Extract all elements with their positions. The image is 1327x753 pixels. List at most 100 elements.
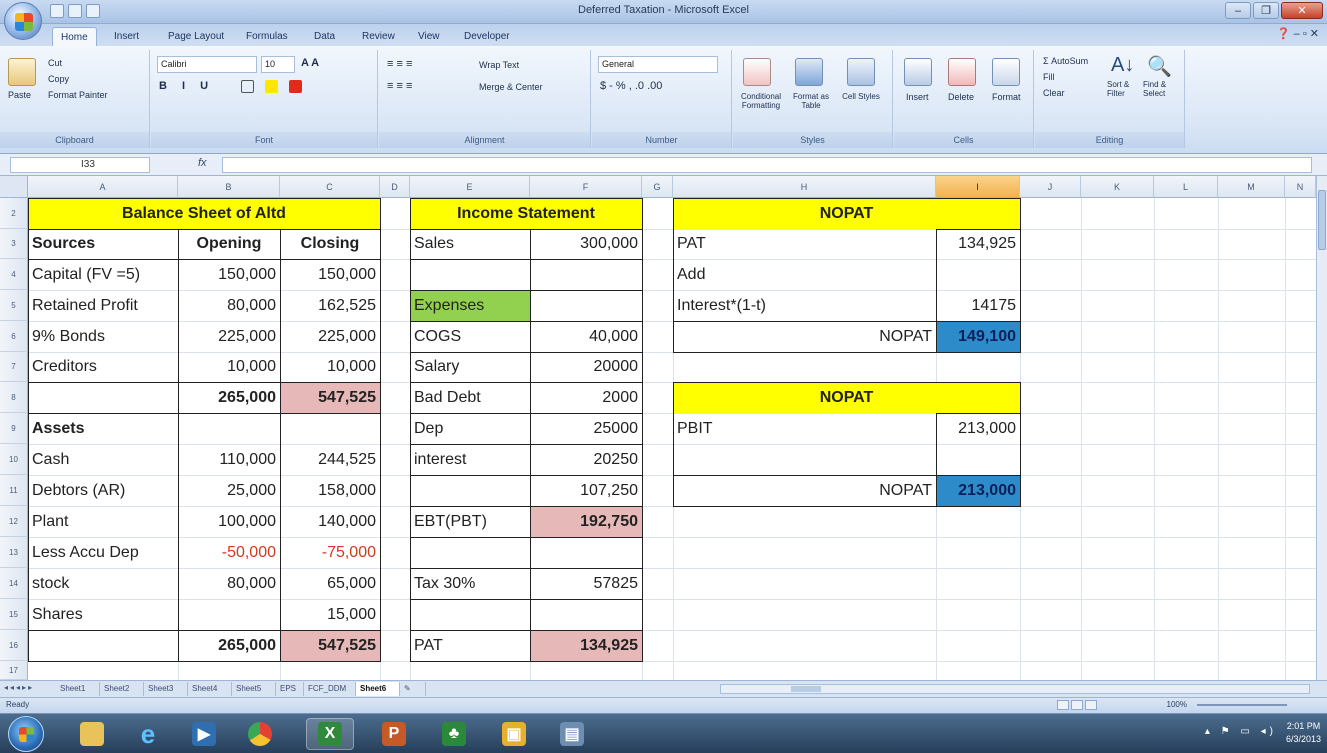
formula-input[interactable] <box>222 157 1312 173</box>
bs-asset-opening[interactable]: 80,000 <box>178 568 280 599</box>
zoom-slider[interactable] <box>1197 704 1287 706</box>
align-top-icons[interactable]: ≡ ≡ ≡ <box>387 58 412 70</box>
is-label[interactable] <box>410 475 530 506</box>
column-header-g[interactable]: G <box>642 176 673 198</box>
sheet-tab-sheet5[interactable]: Sheet5 <box>232 682 276 696</box>
sheet-tab-sheet4[interactable]: Sheet4 <box>188 682 232 696</box>
taskbar-app7[interactable]: ▣ <box>490 718 538 750</box>
nopat2-label[interactable]: PBIT <box>673 413 936 444</box>
bs-asset-opening[interactable]: -50,000 <box>178 537 280 568</box>
is-label[interactable]: PAT <box>410 630 530 661</box>
tab-page-layout[interactable]: Page Layout <box>160 27 232 46</box>
is-value[interactable]: 40,000 <box>530 321 642 352</box>
bs-asset-opening[interactable]: 100,000 <box>178 506 280 537</box>
is-value[interactable]: 20000 <box>530 352 642 382</box>
wrap-text-button[interactable]: Wrap Text <box>479 60 519 70</box>
bs-asset-closing[interactable]: 65,000 <box>280 568 380 599</box>
bold-italic-underline-icons[interactable]: B I U <box>159 80 214 92</box>
font-name-select[interactable]: Calibri <box>157 56 257 73</box>
column-header-e[interactable]: E <box>410 176 530 198</box>
row-header-17[interactable]: 17 <box>0 661 28 680</box>
insert-sheet-icon[interactable]: ✎ <box>400 682 426 696</box>
taskbar-media[interactable]: ▶ <box>180 718 228 750</box>
bs-asset-label[interactable]: Cash <box>28 444 178 475</box>
bs-asset-label[interactable]: Shares <box>28 599 178 630</box>
select-all-corner[interactable] <box>0 176 28 198</box>
column-header-c[interactable]: C <box>280 176 380 198</box>
is-label[interactable]: Tax 30% <box>410 568 530 599</box>
bs-asset-opening[interactable]: 110,000 <box>178 444 280 475</box>
row-header-8[interactable]: 8 <box>0 382 28 413</box>
is-value[interactable]: 57825 <box>530 568 642 599</box>
minimize-button[interactable]: – <box>1225 2 1251 19</box>
font-color-icon[interactable] <box>289 80 302 93</box>
bs-source-closing[interactable]: 150,000 <box>280 259 380 290</box>
format-as-table-button[interactable]: Format as Table <box>789 92 833 110</box>
cell-styles-icon[interactable] <box>847 58 875 86</box>
insert-button[interactable]: Insert <box>906 92 929 102</box>
sheet-tab-fcf-ddm[interactable]: FCF_DDM <box>304 682 356 696</box>
bs-source-label[interactable]: Retained Profit <box>28 290 178 321</box>
is-value[interactable] <box>530 537 642 568</box>
row-header-16[interactable]: 16 <box>0 630 28 661</box>
fill-button[interactable]: Fill <box>1043 72 1055 82</box>
is-value[interactable]: 25000 <box>530 413 642 444</box>
fill-color-icon[interactable] <box>265 80 278 93</box>
bs-source-label[interactable]: Creditors <box>28 352 178 382</box>
nopat1-value[interactable]: 134,925 <box>936 229 1020 259</box>
autosum-button[interactable]: Σ AutoSum <box>1043 56 1088 66</box>
sheet-tab-sheet3[interactable]: Sheet3 <box>144 682 188 696</box>
nopat1-value[interactable] <box>936 259 1020 290</box>
column-header-j[interactable]: J <box>1020 176 1081 198</box>
is-label[interactable]: EBT(PBT) <box>410 506 530 537</box>
taskbar-chrome[interactable] <box>236 718 284 750</box>
is-value[interactable]: 107,250 <box>530 475 642 506</box>
scroll-thumb[interactable] <box>1318 190 1326 250</box>
bs-asset-label[interactable]: stock <box>28 568 178 599</box>
bs-sources-total-opening[interactable]: 265,000 <box>178 382 280 413</box>
fx-icon[interactable]: fx <box>198 157 207 169</box>
column-header-m[interactable]: M <box>1218 176 1285 198</box>
bs-source-opening[interactable]: 80,000 <box>178 290 280 321</box>
clock[interactable]: 2:01 PM 6/3/2013 <box>1286 720 1321 746</box>
bs-source-closing[interactable]: 10,000 <box>280 352 380 382</box>
is-label[interactable]: COGS <box>410 321 530 352</box>
bs-asset-label[interactable]: Less Accu Dep <box>28 537 178 568</box>
align-left-icons[interactable]: ≡ ≡ ≡ <box>387 80 412 92</box>
nopat2-title[interactable]: NOPAT <box>673 382 1020 413</box>
row-header-10[interactable]: 10 <box>0 444 28 475</box>
merge-center-button[interactable]: Merge & Center <box>479 82 543 92</box>
bs-asset-label[interactable]: Plant <box>28 506 178 537</box>
bs-asset-closing[interactable]: 244,525 <box>280 444 380 475</box>
nopat1-label[interactable]: Interest*(1-t) <box>673 290 936 321</box>
hscroll-thumb[interactable] <box>791 686 821 692</box>
income-statement-title[interactable]: Income Statement <box>410 198 642 229</box>
cell-styles-button[interactable]: Cell Styles <box>841 92 881 101</box>
nopat1-label[interactable]: Add <box>673 259 936 290</box>
conditional-formatting-icon[interactable] <box>743 58 771 86</box>
nopat1-result-value[interactable]: 149,100 <box>936 321 1020 352</box>
sort-filter-button[interactable]: Sort & Filter <box>1107 80 1141 98</box>
bs-header[interactable]: Opening <box>178 229 280 259</box>
format-cells-icon[interactable] <box>992 58 1020 86</box>
sheet-nav-arrows-icon[interactable]: ◂◂◂▸▸ <box>4 683 34 692</box>
is-label[interactable]: interest <box>410 444 530 475</box>
paste-icon[interactable] <box>8 58 36 86</box>
tab-view[interactable]: View <box>410 27 448 46</box>
row-header-6[interactable]: 6 <box>0 321 28 352</box>
is-value[interactable] <box>530 599 642 630</box>
row-header-14[interactable]: 14 <box>0 568 28 599</box>
start-button[interactable] <box>8 716 44 752</box>
is-label[interactable] <box>410 599 530 630</box>
bs-source-closing[interactable]: 225,000 <box>280 321 380 352</box>
bs-source-label[interactable]: Capital (FV =5) <box>28 259 178 290</box>
nopat2-value[interactable] <box>936 444 1020 475</box>
bs-source-closing[interactable]: 162,525 <box>280 290 380 321</box>
row-header-4[interactable]: 4 <box>0 259 28 290</box>
is-label[interactable]: Expenses <box>410 290 530 321</box>
clear-button[interactable]: Clear <box>1043 88 1065 98</box>
row-header-3[interactable]: 3 <box>0 229 28 259</box>
bs-header[interactable]: Closing <box>280 229 380 259</box>
close-button[interactable]: ✕ <box>1281 2 1323 19</box>
nopat2-result-label[interactable]: NOPAT <box>673 475 936 506</box>
